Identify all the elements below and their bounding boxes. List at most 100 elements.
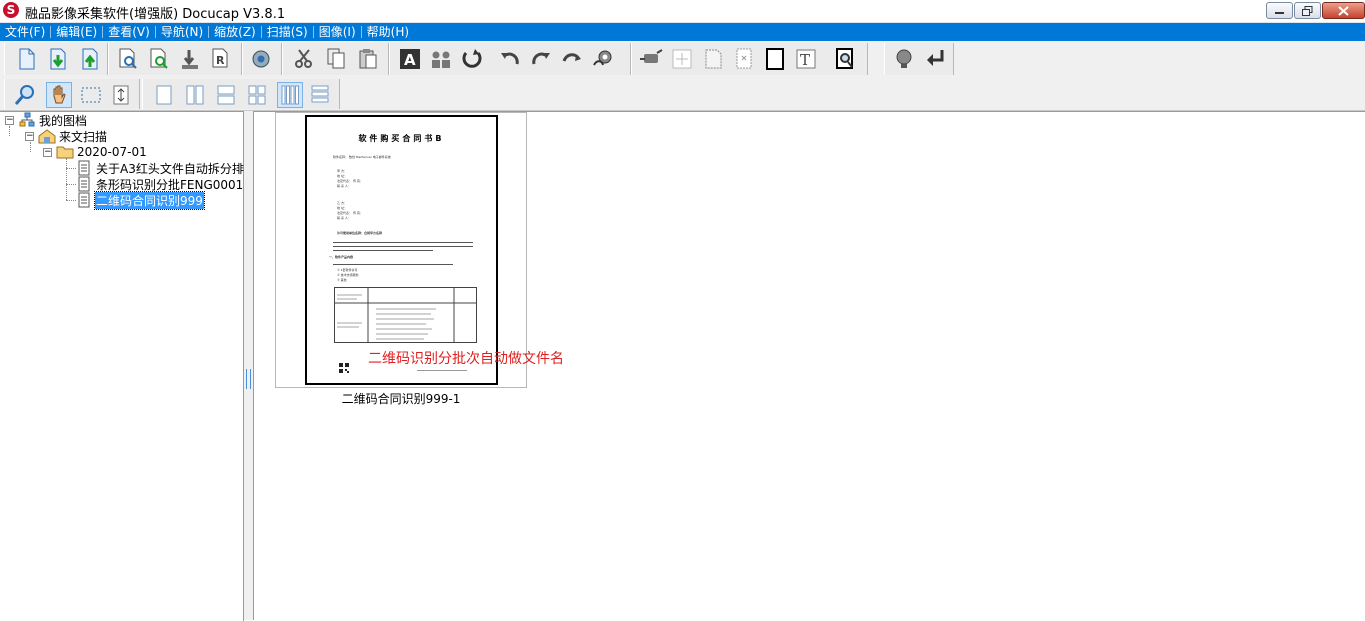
menu-scan[interactable]: 扫描(S): [262, 26, 314, 38]
toolbar-group-tools: [4, 79, 140, 109]
doc-line: ③ 其他: [337, 278, 347, 282]
document-tree-pane: − 我的图档 − 来文扫描 − 2020-07-01 关于A3红头文件自动拆分排…: [0, 111, 244, 621]
tree-label-doc[interactable]: 关于A3红头文件自动拆分排: [95, 160, 245, 177]
multi-column-view-icon[interactable]: [277, 82, 303, 108]
users-icon[interactable]: [428, 46, 454, 72]
tree-connector: [66, 200, 76, 201]
doc-footer-line: [417, 370, 467, 371]
frame-rect-icon[interactable]: [762, 46, 788, 72]
hand-pan-icon[interactable]: [46, 82, 72, 108]
collapse-toggle[interactable]: −: [25, 131, 34, 141]
doc-heading: 软件购买合同书B: [358, 134, 445, 143]
tree-node-doc[interactable]: 关于A3红头文件自动拆分排: [77, 160, 245, 176]
title-bar: S 融品影像采集软件(增强版) Docucap V3.8.1: [0, 0, 1365, 23]
two-row-view-icon[interactable]: [213, 82, 239, 108]
rotate-left-icon[interactable]: [497, 46, 523, 72]
return-arrow-icon[interactable]: [922, 46, 948, 72]
tree-label-folder[interactable]: 来文扫描: [58, 128, 108, 145]
border-page-icon[interactable]: [700, 46, 726, 72]
app-logo-icon[interactable]: S: [3, 2, 19, 18]
text-t-icon[interactable]: T: [793, 46, 819, 72]
rotate-cycle-icon[interactable]: [459, 46, 485, 72]
doc-text-line: [333, 250, 433, 251]
fit-arrows-icon[interactable]: [108, 82, 134, 108]
import-down-icon[interactable]: [45, 46, 71, 72]
four-grid-view-icon[interactable]: [244, 82, 270, 108]
pane-splitter[interactable]: [244, 111, 254, 620]
thumbnail-caption[interactable]: 二维码合同识别999-1: [275, 390, 527, 407]
refresh-page-icon[interactable]: [146, 46, 172, 72]
tree-node-doc[interactable]: 条形码识别分批FENG0001: [77, 176, 244, 192]
doc-line: 地 址：: [337, 206, 347, 210]
restore-icon: [1302, 6, 1313, 16]
doc-text-line: [333, 242, 473, 243]
flip-icon[interactable]: [559, 46, 585, 72]
scanned-page-image[interactable]: 软件购买合同书B 软件名称： 数创 MailServer 电子邮件系统 甲 方：…: [305, 115, 498, 385]
tree-node-folder[interactable]: − 来文扫描: [25, 128, 108, 144]
text-a-icon[interactable]: A: [397, 46, 423, 72]
window-title: 融品影像采集软件(增强版) Docucap V3.8.1: [25, 7, 286, 22]
restore-button[interactable]: [1294, 2, 1321, 19]
close-button[interactable]: [1322, 2, 1365, 19]
doc-text-line: [333, 264, 453, 265]
tree-label-doc[interactable]: 条形码识别分批FENG0001: [95, 176, 244, 193]
menu-bar: 文件(F) 编辑(E) 查看(V) 导航(N) 缩放(Z) 扫描(S) 图像(I…: [0, 23, 1365, 41]
splitter-grip[interactable]: [246, 369, 251, 389]
toolbar-group-clipboard: [282, 43, 389, 75]
paste-page-icon[interactable]: [355, 46, 381, 72]
collapse-toggle[interactable]: −: [5, 115, 14, 125]
blank-page-icon[interactable]: [731, 46, 757, 72]
minimize-button[interactable]: [1266, 2, 1293, 19]
copy-page-icon[interactable]: [323, 46, 349, 72]
tree-label-doc-selected[interactable]: 二维码合同识别999: [94, 190, 205, 210]
rename-page-icon[interactable]: R: [208, 46, 234, 72]
menu-zoom[interactable]: 缩放(Z): [209, 26, 262, 38]
menu-file[interactable]: 文件(F): [0, 26, 52, 38]
tree-node-root[interactable]: − 我的图档: [5, 112, 88, 128]
document-icon: [78, 192, 90, 208]
folder-open-icon: [56, 146, 74, 159]
menu-view[interactable]: 查看(V): [103, 26, 156, 38]
toolbar-group-edit: T: [631, 43, 868, 75]
svg-text:R: R: [216, 54, 225, 67]
toolbar-group-misc: [884, 43, 954, 75]
lightbulb-icon[interactable]: [891, 46, 917, 72]
menu-edit[interactable]: 编辑(E): [51, 26, 104, 38]
menu-help[interactable]: 帮助(H): [362, 26, 414, 38]
doc-line: ② 技术支持服务: [337, 273, 359, 277]
auto-process-icon[interactable]: [590, 46, 616, 72]
collapse-toggle[interactable]: −: [43, 147, 52, 157]
deskew-icon[interactable]: [638, 46, 664, 72]
find-page-icon[interactable]: [115, 46, 141, 72]
doc-line: 乙 方：: [337, 201, 347, 205]
toolbar-group-layout: [142, 79, 340, 109]
rotate-right-icon[interactable]: [528, 46, 554, 72]
tree-label-date[interactable]: 2020-07-01: [76, 145, 148, 159]
download-page-icon[interactable]: [177, 46, 203, 72]
tree-node-doc-selected[interactable]: 二维码合同识别999: [77, 190, 205, 210]
single-view-icon[interactable]: [151, 82, 177, 108]
list-rows-view-icon[interactable]: [307, 82, 333, 108]
cut-scissors-icon[interactable]: [291, 46, 317, 72]
doc-line: 甲 方：: [337, 169, 347, 173]
two-column-view-icon[interactable]: [182, 82, 208, 108]
ocr-search-icon[interactable]: [832, 46, 858, 72]
settings-gear-icon[interactable]: [248, 46, 274, 72]
svg-text:A: A: [404, 51, 416, 69]
export-up-icon[interactable]: [77, 46, 103, 72]
menu-image[interactable]: 图像(I): [314, 26, 362, 38]
annotation-overlay-text: 二维码识别分批次自动做文件名: [368, 351, 564, 367]
menu-navigate[interactable]: 导航(N): [156, 26, 210, 38]
tree-label-root[interactable]: 我的图档: [38, 112, 88, 129]
zoom-magnifier-icon[interactable]: [12, 82, 38, 108]
doc-line: ① 1套软件许可: [337, 268, 358, 272]
view-toolbar: [0, 77, 1365, 111]
qr-code-icon: [339, 363, 349, 373]
crop-cross-icon[interactable]: [669, 46, 695, 72]
toolbar-group-image: A: [389, 43, 631, 75]
tree-node-date-folder[interactable]: − 2020-07-01: [43, 144, 148, 160]
marquee-select-icon[interactable]: [78, 82, 104, 108]
doc-line: 一、软件产品内容: [329, 255, 354, 259]
new-document-icon[interactable]: [13, 46, 39, 72]
doc-line: 地 址：: [337, 174, 347, 178]
